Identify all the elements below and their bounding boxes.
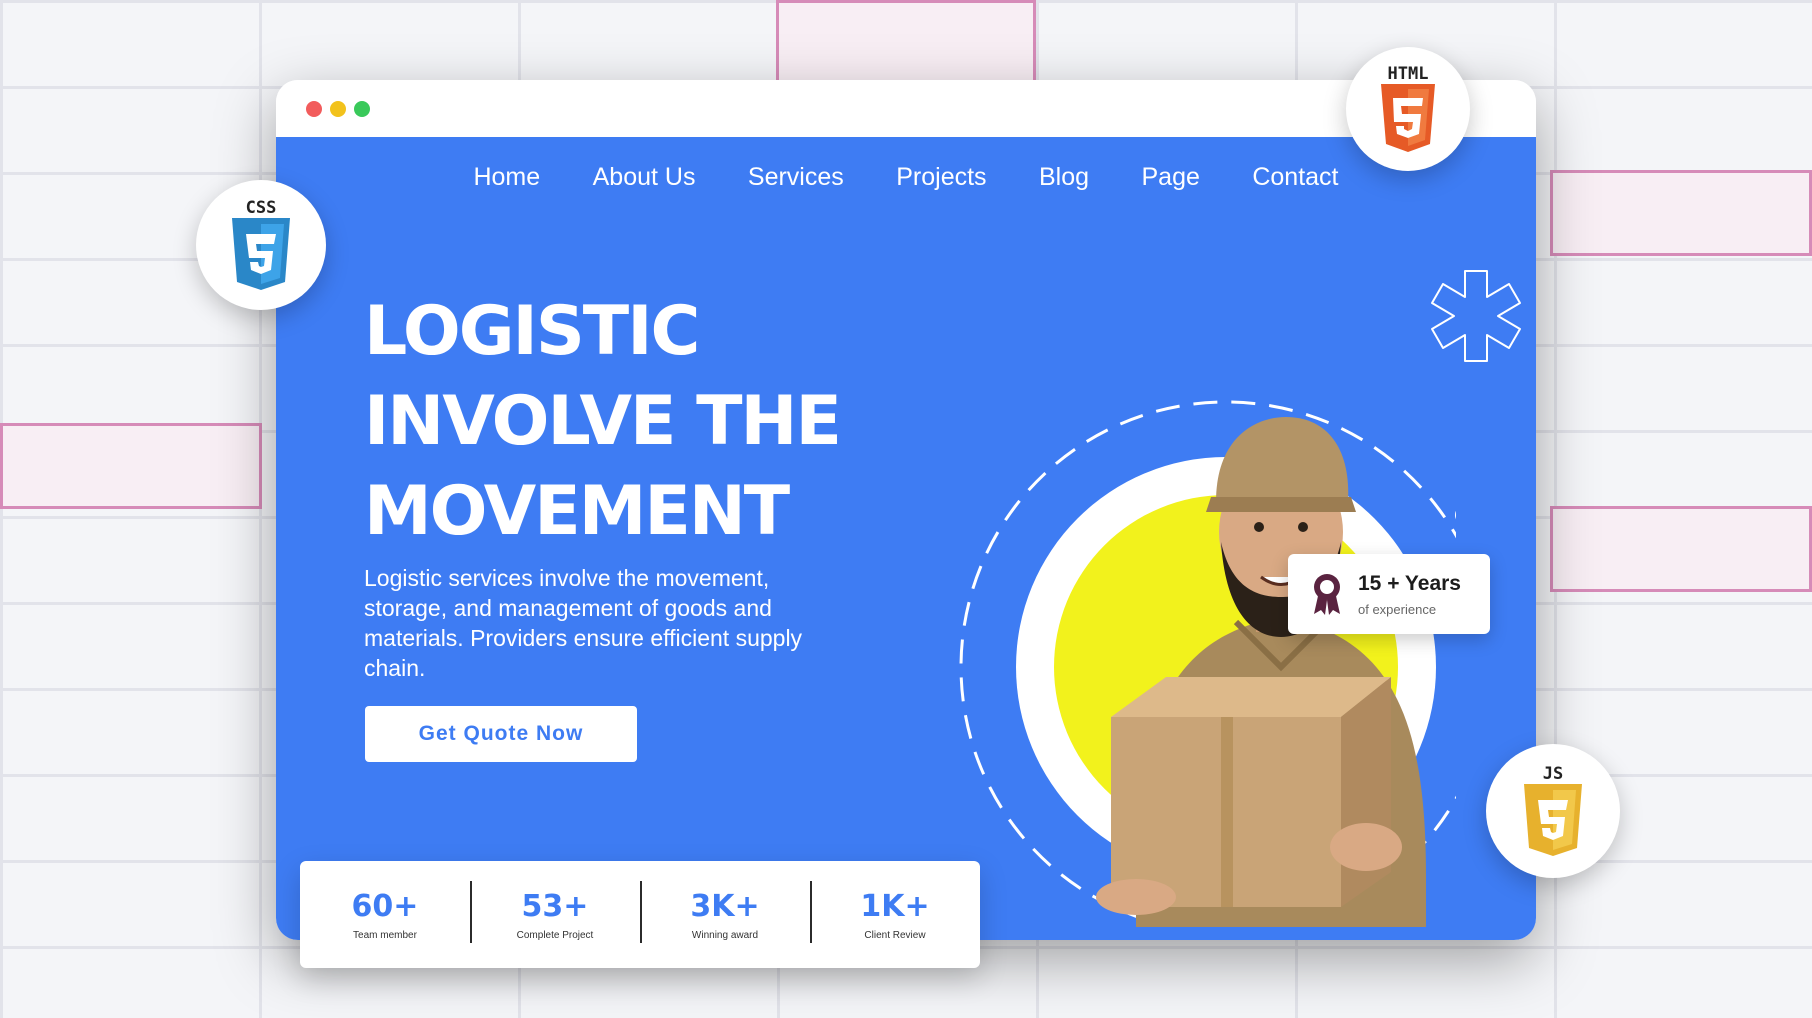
stat-label: Complete Project — [516, 929, 594, 941]
decor-box-left — [0, 423, 262, 509]
stat-value: 1K+ — [860, 888, 930, 924]
stat-item: 1K+ Client Review — [810, 880, 980, 943]
nav-item-services[interactable]: Services — [748, 163, 844, 192]
headline-line-1: LOGISTIC — [364, 292, 700, 371]
html5-logo: HTML — [1346, 47, 1470, 171]
decor-box-top — [776, 0, 1036, 84]
window-minimize-dot[interactable] — [330, 101, 346, 117]
stat-label: Winning award — [691, 929, 759, 941]
badge-text: 15 + Years of experience — [1358, 572, 1461, 617]
nav-item-page[interactable]: Page — [1142, 163, 1200, 192]
css3-logo: CSS — [196, 180, 326, 310]
css3-shield-icon — [232, 218, 290, 290]
window-maximize-dot[interactable] — [354, 101, 370, 117]
html5-logo-text: HTML — [1387, 64, 1429, 84]
decor-box-right-2 — [1550, 506, 1812, 592]
award-icon — [1314, 574, 1340, 615]
stat-label: Client Review — [864, 929, 926, 941]
stat-value: 60+ — [351, 888, 419, 924]
stat-item: 53+ Complete Project — [470, 880, 640, 943]
get-quote-button[interactable]: Get Quote Now — [365, 706, 637, 762]
main-nav: Home About Us Services Projects Blog Pag… — [276, 163, 1536, 192]
headline-line-3: MOVEMENT — [364, 472, 790, 551]
hero-description: Logistic services involve the movement, … — [364, 565, 803, 681]
badge-subtitle: of experience — [1358, 601, 1437, 617]
nav-item-projects[interactable]: Projects — [896, 163, 986, 192]
css3-logo-text: CSS — [245, 198, 277, 218]
hero-section: Home About Us Services Projects Blog Pag… — [276, 137, 1536, 940]
experience-badge: 15 + Years of experience — [1288, 554, 1490, 634]
js-logo-text: JS — [1542, 764, 1564, 784]
stat-label: Team member — [353, 929, 417, 941]
js-logo: JS — [1486, 744, 1620, 878]
html5-shield-icon — [1381, 84, 1435, 152]
nav-item-home[interactable]: Home — [473, 163, 540, 192]
browser-window: Home About Us Services Projects Blog Pag… — [276, 80, 1536, 940]
hero-headline: LOGISTIC INVOLVE THE MOVEMENT — [364, 287, 884, 557]
stats-card: 60+ Team member 53+ Complete Project 3K+… — [300, 861, 980, 968]
stat-item: 3K+ Winning award — [640, 880, 810, 943]
headline-line-2: INVOLVE THE — [364, 382, 842, 461]
stat-value: 3K+ — [690, 888, 760, 924]
js-shield-icon — [1524, 784, 1582, 856]
stat-item: 60+ Team member — [300, 889, 470, 941]
nav-item-about[interactable]: About Us — [593, 163, 696, 192]
badge-title: 15 + Years — [1358, 571, 1461, 595]
window-close-dot[interactable] — [306, 101, 322, 117]
nav-item-blog[interactable]: Blog — [1039, 163, 1089, 192]
decor-box-right-1 — [1550, 170, 1812, 256]
nav-item-contact[interactable]: Contact — [1252, 163, 1338, 192]
stat-value: 53+ — [521, 888, 589, 924]
